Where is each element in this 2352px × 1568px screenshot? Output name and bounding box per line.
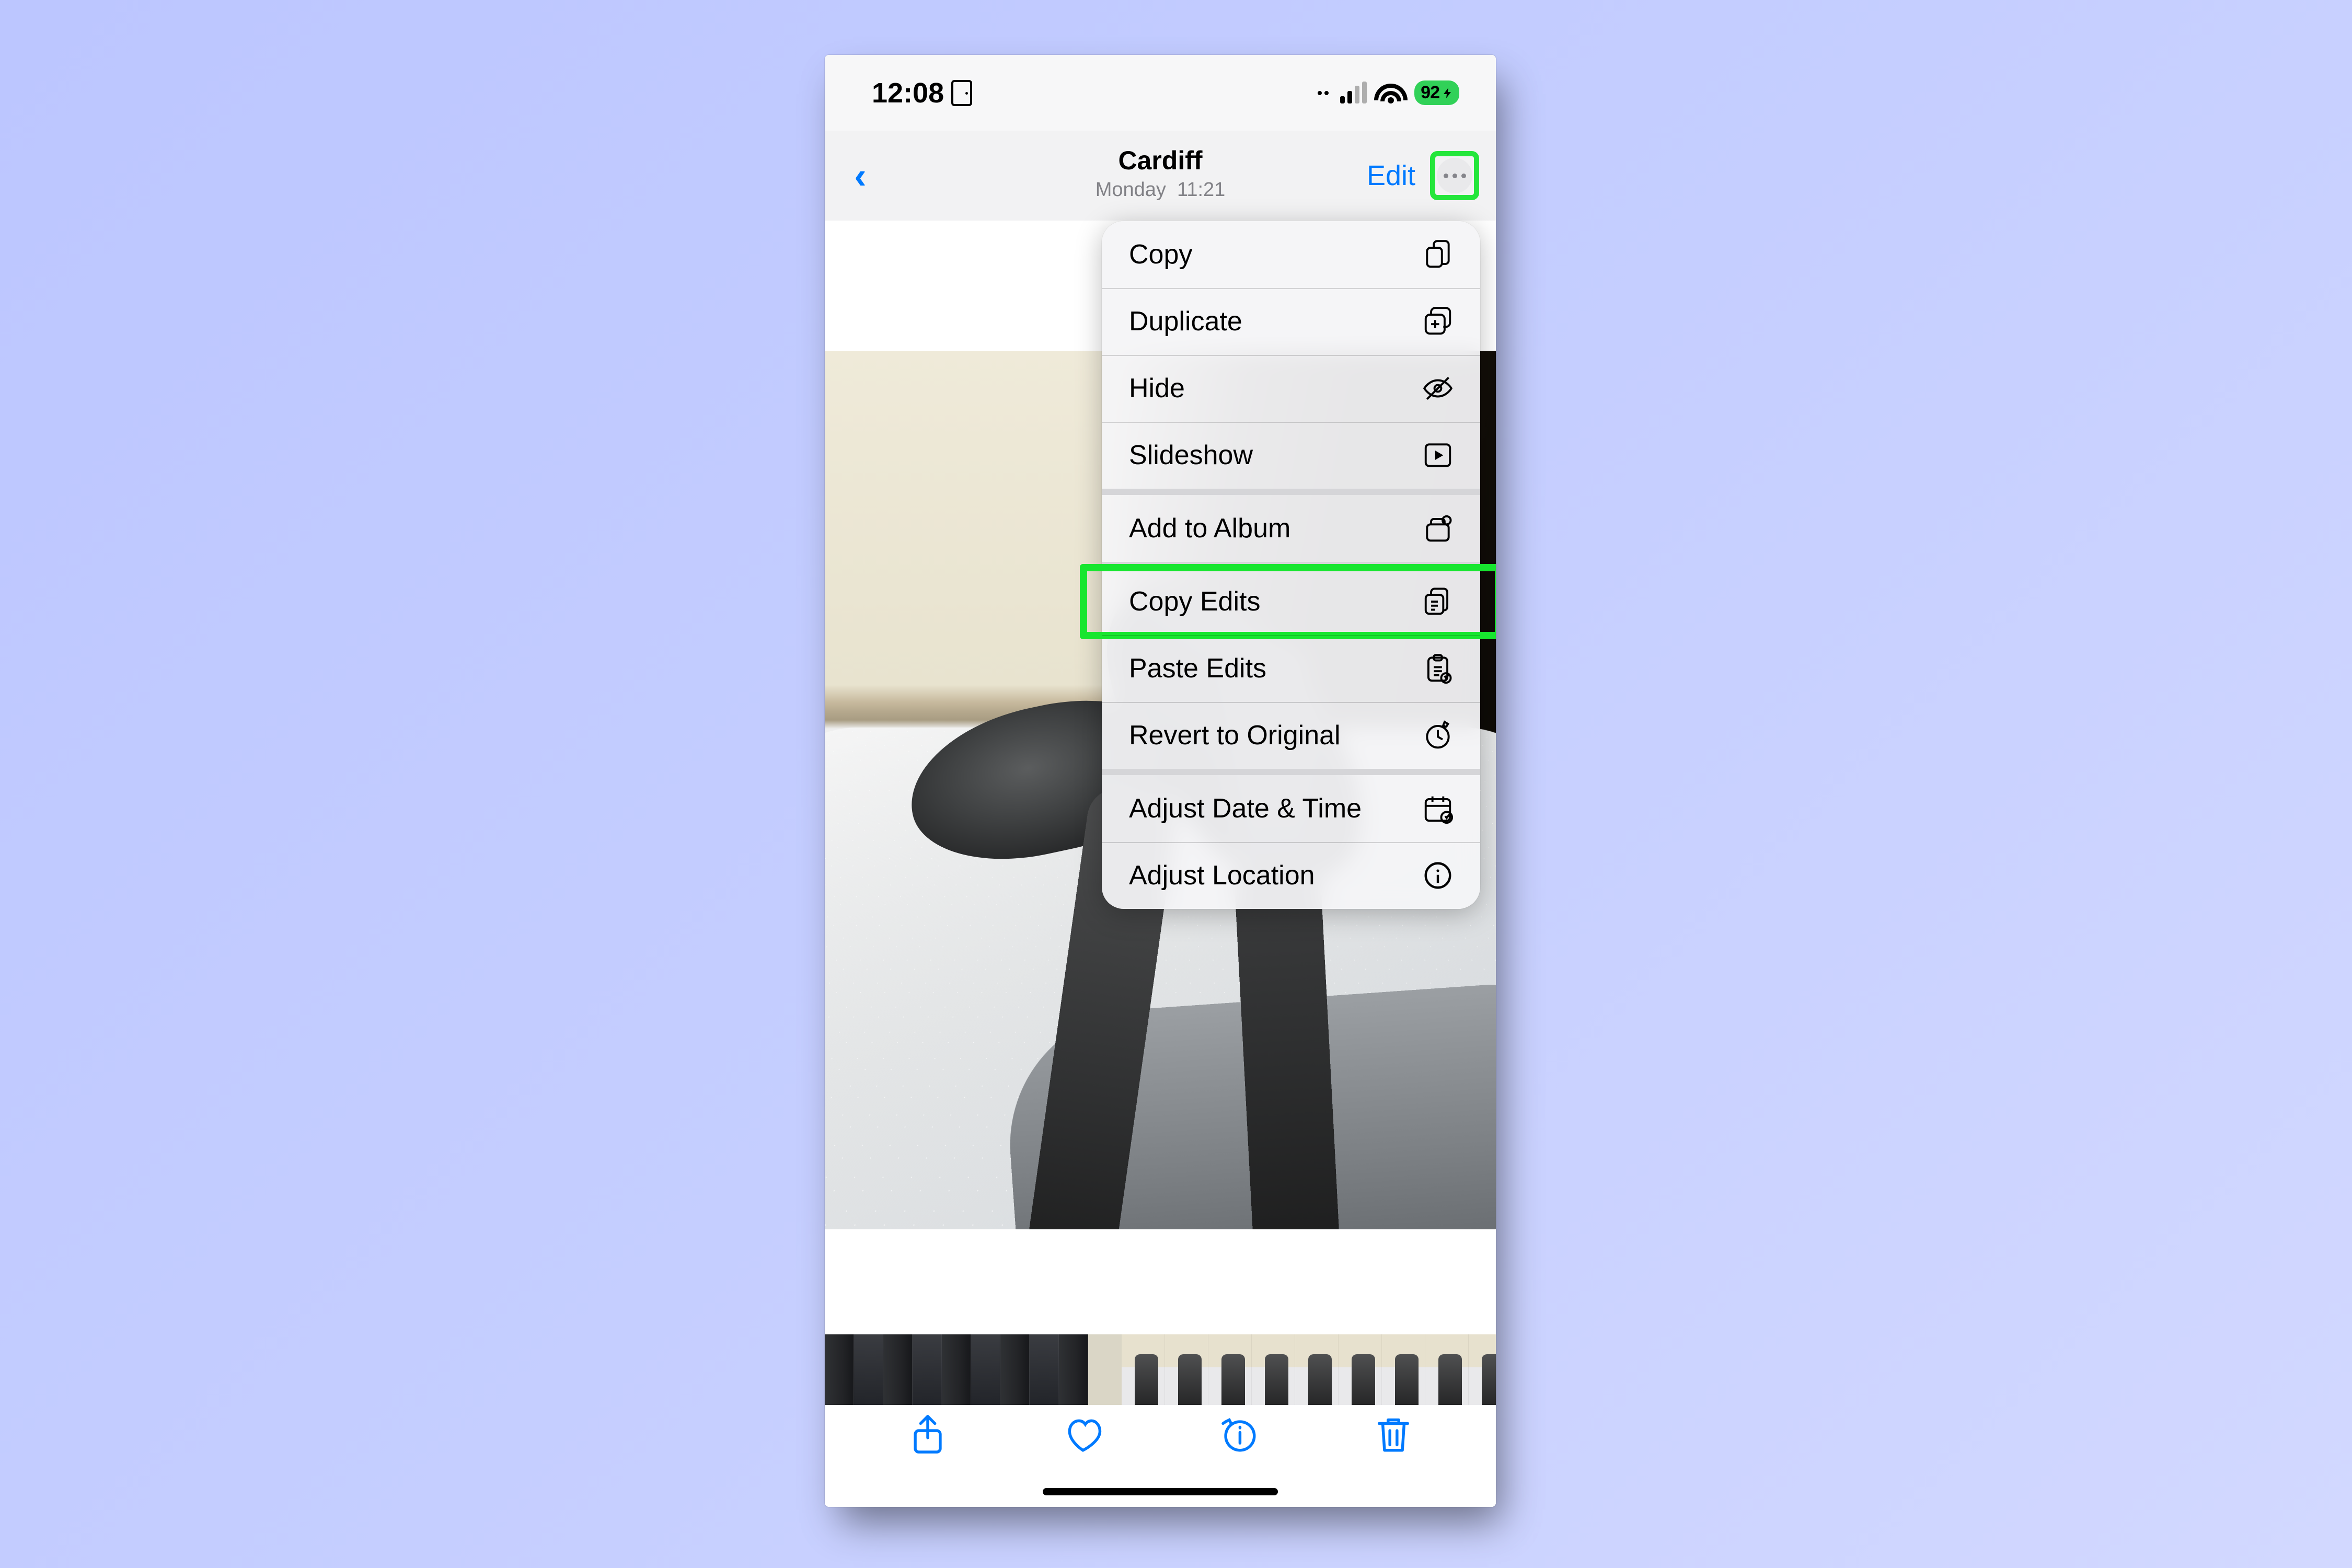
share-button[interactable] (902, 1413, 954, 1456)
iphone-frame: 12:08 92 ‹ Cardiff Monday 11:21 Edit (825, 55, 1496, 1507)
menu-item-label: Copy (1129, 239, 1192, 270)
photo-filmstrip[interactable] (825, 1334, 1496, 1413)
home-indicator[interactable] (1043, 1488, 1278, 1495)
menu-item-label: Copy Edits (1129, 586, 1260, 617)
menu-item-copy[interactable]: Copy (1102, 221, 1480, 288)
back-button[interactable]: ‹ (834, 157, 886, 194)
menu-item-label: Duplicate (1129, 306, 1242, 337)
menu-item-revert[interactable]: Revert to Original (1102, 702, 1480, 769)
menu-item-paste-edits[interactable]: Paste Edits (1102, 635, 1480, 702)
menu-item-add-album[interactable]: Add to Album (1102, 495, 1480, 562)
dual-sim-dots-icon (1318, 91, 1331, 95)
menu-item-copy-edits[interactable]: Copy Edits (1102, 568, 1480, 635)
favorite-button[interactable] (1057, 1413, 1109, 1456)
menu-item-label: Hide (1129, 373, 1185, 404)
menu-item-label: Revert to Original (1129, 720, 1341, 751)
filmstrip-current[interactable] (1088, 1334, 1122, 1413)
battery-indicator: 92 (1414, 80, 1459, 105)
menu-item-label: Adjust Date & Time (1129, 793, 1362, 824)
edit-button[interactable]: Edit (1367, 159, 1415, 192)
more-button-highlight (1430, 151, 1479, 200)
menu-item-duplicate[interactable]: Duplicate (1102, 288, 1480, 355)
delete-button[interactable] (1367, 1413, 1420, 1456)
date-icon (1422, 792, 1454, 825)
menu-item-label: Adjust Location (1129, 860, 1315, 891)
copy-icon (1422, 238, 1454, 271)
nav-bar: ‹ Cardiff Monday 11:21 Edit (825, 131, 1496, 221)
menu-item-label: Paste Edits (1129, 653, 1266, 684)
menu-item-label: Slideshow (1129, 440, 1253, 471)
menu-item-adjust-location[interactable]: Adjust Location (1102, 842, 1480, 909)
status-bar: 12:08 92 (825, 55, 1496, 131)
cellular-signal-icon (1340, 83, 1367, 103)
copy-edits-icon (1422, 585, 1454, 618)
sim-icon (951, 80, 972, 106)
more-button[interactable] (1437, 158, 1472, 193)
menu-item-hide[interactable]: Hide (1102, 355, 1480, 422)
menu-item-adjust-date[interactable]: Adjust Date & Time (1102, 775, 1480, 842)
context-menu: Copy Duplicate Hide Slideshow Add to Album Co… (1102, 221, 1480, 909)
charging-bolt-icon (1442, 87, 1454, 99)
paste-edits-icon (1422, 652, 1454, 685)
info-button[interactable] (1212, 1413, 1264, 1456)
slideshow-icon (1422, 439, 1454, 471)
duplicate-icon (1422, 305, 1454, 338)
menu-item-slideshow[interactable]: Slideshow (1102, 422, 1480, 489)
wifi-icon (1376, 83, 1405, 103)
menu-item-label: Add to Album (1129, 513, 1290, 544)
hide-icon (1422, 372, 1454, 405)
status-time: 12:08 (872, 77, 944, 109)
location-icon (1422, 859, 1454, 892)
album-icon (1422, 512, 1454, 545)
revert-icon (1422, 719, 1454, 752)
